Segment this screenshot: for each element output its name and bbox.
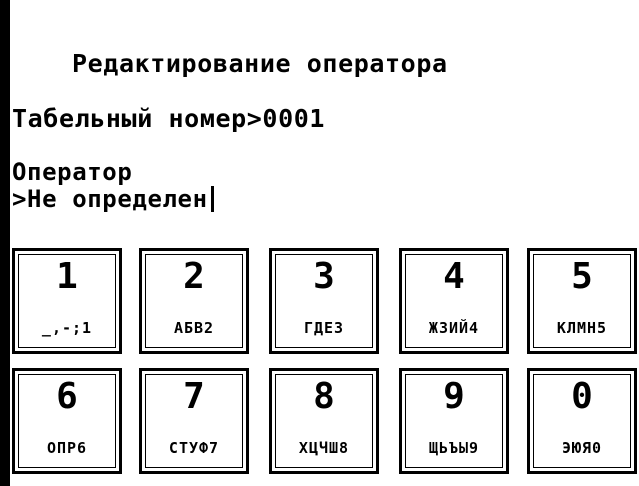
key-3[interactable]: 3 ГДЕ3 <box>269 248 379 354</box>
key-digit: 5 <box>571 256 593 297</box>
key-letters: СТУФ7 <box>168 439 220 457</box>
key-digit: 7 <box>183 376 205 417</box>
key-letters: ЭЮЯ0 <box>561 439 603 457</box>
key-digit: 3 <box>313 256 335 297</box>
key-digit: 2 <box>183 256 205 297</box>
key-5[interactable]: 5 КЛМН5 <box>527 248 637 354</box>
key-4[interactable]: 4 ЖЗИЙ4 <box>399 248 509 354</box>
key-letters: ХЦЧШ8 <box>298 439 350 457</box>
key-digit: 9 <box>443 376 465 417</box>
text-cursor <box>210 186 214 212</box>
key-letters: ЖЗИЙ4 <box>428 319 480 337</box>
key-digit: 6 <box>56 376 78 417</box>
key-letters: ЩЬЪЫ9 <box>428 439 480 457</box>
operator-input[interactable]: >Не определен <box>12 186 214 212</box>
terminal-screen: Редактирование оператора Табельный номер… <box>0 0 639 486</box>
key-digit: 1 <box>56 256 78 297</box>
key-7[interactable]: 7 СТУФ7 <box>139 368 249 474</box>
key-2[interactable]: 2 АБВ2 <box>139 248 249 354</box>
key-6[interactable]: 6 ОПР6 <box>12 368 122 474</box>
key-digit: 0 <box>571 376 593 417</box>
operator-label: Оператор <box>12 158 133 186</box>
screen-left-border <box>0 0 10 486</box>
key-digit: 4 <box>443 256 465 297</box>
key-digit: 8 <box>313 376 335 417</box>
key-9[interactable]: 9 ЩЬЪЫ9 <box>399 368 509 474</box>
key-0[interactable]: 0 ЭЮЯ0 <box>527 368 637 474</box>
tab-number-field[interactable]: Табельный номер>0001 <box>12 104 325 133</box>
key-letters: ГДЕ3 <box>303 319 345 337</box>
key-letters: ОПР6 <box>46 439 88 457</box>
key-letters: КЛМН5 <box>556 319 608 337</box>
key-letters: АБВ2 <box>173 319 215 337</box>
key-1[interactable]: 1 _,-;1 <box>12 248 122 354</box>
page-title: Редактирование оператора <box>72 49 448 78</box>
operator-value: >Не определен <box>12 185 208 213</box>
key-letters: _,-;1 <box>41 319 93 337</box>
key-8[interactable]: 8 ХЦЧШ8 <box>269 368 379 474</box>
